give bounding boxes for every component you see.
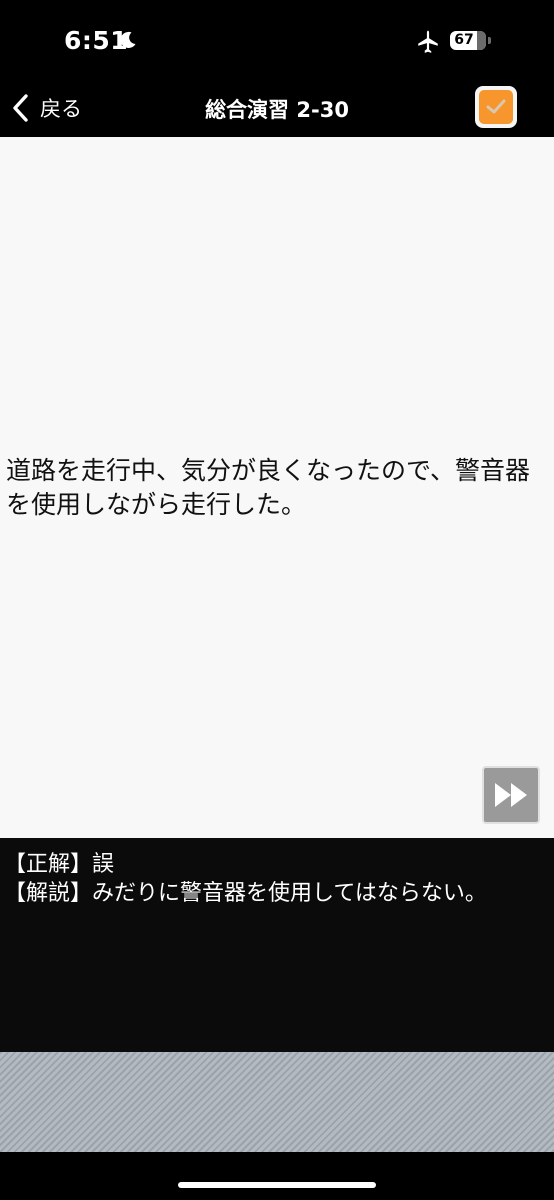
app-screen: 6:51 67 戻る 総合演習 2-30 道路を走行中、気分が良くなったので、警… [0,0,554,1200]
moon-icon [120,31,136,48]
question-text: 道路を走行中、気分が良くなったので、警音器を使用しながら走行した。 [6,456,531,519]
status-bar: 6:51 67 [0,0,554,80]
question-area: 道路を走行中、気分が良くなったので、警音器を使用しながら走行した。 [0,137,554,838]
battery-empty-segment [477,31,486,50]
battery-icon: 67 [450,31,486,50]
answer-panel: 【正解】誤 【解説】みだりに警音器を使用してはならない。 [0,838,554,1052]
correct-answer: 【正解】誤 [4,852,115,877]
airplane-icon [418,30,438,53]
home-area [0,1152,554,1200]
banner-placeholder [0,1052,554,1152]
bookmark-check-button[interactable] [475,86,517,128]
next-question-button[interactable] [482,766,540,824]
checkbox-checked [479,90,513,124]
navigation-bar: 戻る 総合演習 2-30 [0,80,554,137]
page-title: 総合演習 2-30 [205,98,349,122]
checkmark-icon [486,99,506,114]
fast-forward-icon [495,783,527,807]
answer-explanation: 【解説】みだりに警音器を使用してはならない。 [4,881,487,906]
home-indicator[interactable] [178,1182,376,1188]
battery-nub [488,37,491,44]
battery-level: 67 [454,32,474,48]
